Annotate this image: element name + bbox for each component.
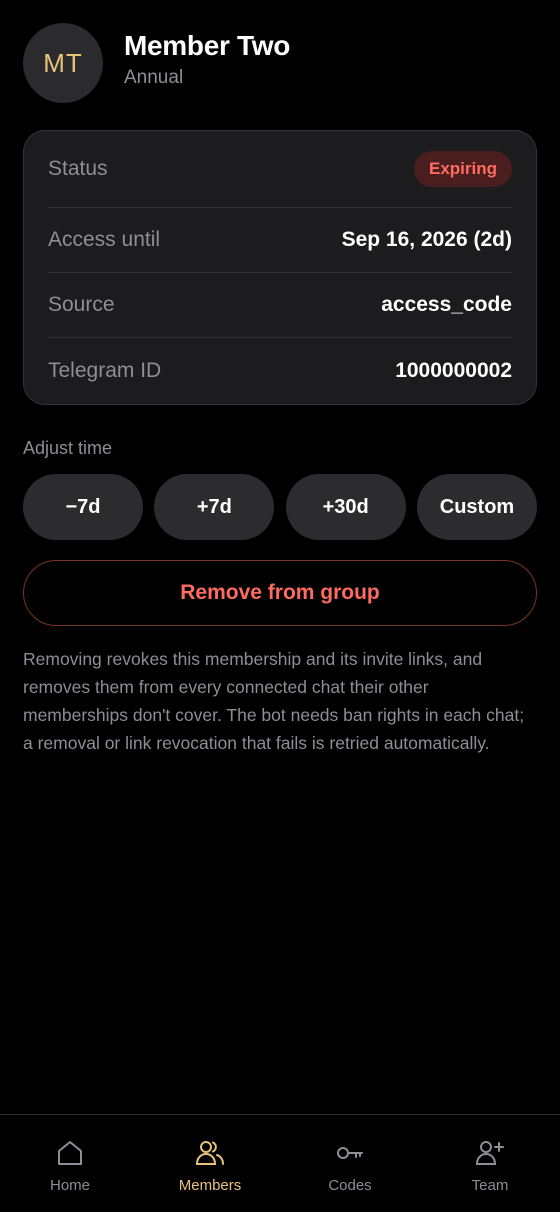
status-badge: Expiring	[413, 151, 512, 187]
members-icon	[195, 1141, 224, 1165]
minus-7d-button[interactable]: −7d	[23, 474, 143, 540]
telegram-id-value: 1000000002	[395, 359, 512, 382]
telegram-id-row: Telegram ID 1000000002	[48, 338, 512, 404]
access-until-row: Access until Sep 16, 2026 (2d)	[48, 208, 512, 273]
member-header: MT Member Two Annual	[23, 23, 290, 103]
nav-item-home[interactable]: Home	[0, 1115, 140, 1212]
source-label: Source	[48, 293, 115, 316]
remove-from-group-button[interactable]: Remove from group	[23, 560, 537, 626]
source-row: Source access_code	[48, 273, 512, 338]
nav-item-members[interactable]: Members	[140, 1115, 280, 1212]
member-plan: Annual	[124, 66, 184, 88]
member-details-card: Status Expiring Access until Sep 16, 202…	[23, 130, 537, 405]
home-icon	[58, 1141, 82, 1165]
access-until-value: Sep 16, 2026 (2d)	[341, 228, 512, 251]
plus-30d-button[interactable]: +30d	[285, 474, 406, 540]
status-row: Status Expiring	[48, 131, 512, 208]
nav-item-codes[interactable]: Codes	[280, 1115, 420, 1212]
source-value: access_code	[381, 293, 512, 316]
nav-label-codes: Codes	[328, 1177, 372, 1194]
bottom-nav: Home Members Codes Team	[0, 1114, 560, 1212]
status-label: Status	[48, 157, 108, 180]
avatar: MT	[23, 23, 103, 103]
nav-label-team: Team	[471, 1177, 509, 1194]
removal-note: Removing revokes this membership and its…	[23, 649, 525, 753]
adjust-time-label: Adjust time	[23, 438, 113, 458]
member-name-block: Member Two Annual	[124, 29, 290, 89]
telegram-id-label: Telegram ID	[48, 359, 162, 382]
add-user-icon	[475, 1141, 504, 1165]
member-detail-screen: MT Member Two Annual Status Expiring Acc…	[0, 0, 560, 1212]
custom-time-button[interactable]: Custom	[416, 474, 537, 540]
plus-7d-button[interactable]: +7d	[154, 474, 275, 540]
nav-label-home: Home	[49, 1177, 90, 1194]
key-icon	[337, 1147, 363, 1159]
nav-label-members: Members	[178, 1177, 242, 1194]
access-until-label: Access until	[48, 228, 161, 251]
nav-item-team[interactable]: Team	[420, 1115, 560, 1212]
adjust-time-buttons: −7d +7d +30d Custom	[23, 474, 537, 540]
member-name: Member Two	[124, 30, 291, 62]
